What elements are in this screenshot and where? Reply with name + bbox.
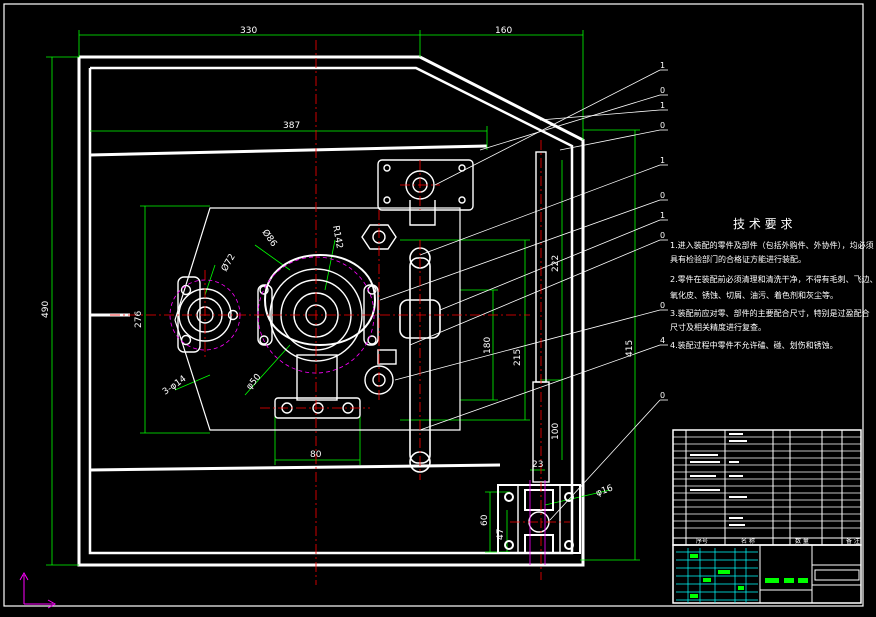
dim-60: 60 <box>480 514 490 526</box>
dim-47: 47 <box>496 529 506 540</box>
dim-23: 23 <box>532 460 543 470</box>
bom-col-3: 数 量 <box>795 537 809 545</box>
tech-line-2b: 氧化皮、锈蚀、切屑、油污、着色剂和灰尘等。 <box>670 290 838 300</box>
cad-drawing: 330 160 387 490 276 415 222 100 215 180 … <box>3 3 876 609</box>
dim-dia16: φ16 <box>595 483 615 498</box>
tech-line-4: 4.装配过程中零件不允许磕、碰、划伤和锈蚀。 <box>670 340 838 350</box>
dim-100: 100 <box>551 423 561 440</box>
dim-dia50: φ50 <box>245 372 264 392</box>
tech-line-2: 2.零件在装配前必须清理和清洗干净，不得有毛刺、飞边、 <box>670 274 876 284</box>
dim-dia86: Ø86 <box>260 227 280 249</box>
svg-text:1: 1 <box>660 101 665 110</box>
dim-330: 330 <box>240 26 257 36</box>
dim-276: 276 <box>134 311 144 328</box>
tech-line-3b: 尺寸及相关精度进行复查。 <box>670 322 766 332</box>
svg-text:0: 0 <box>660 121 665 130</box>
part-balloons: 1 0 1 0 1 0 1 0 0 4 0 <box>660 61 665 400</box>
dim-387: 387 <box>283 121 300 131</box>
svg-text:1: 1 <box>660 61 665 70</box>
svg-text:0: 0 <box>660 301 665 310</box>
gear-housing <box>257 254 379 401</box>
title-block-grid <box>676 548 758 603</box>
svg-text:1: 1 <box>660 156 665 165</box>
housing-outline <box>77 55 585 567</box>
tech-title: 技 术 要 求 <box>733 217 792 231</box>
bom-col-2: 名 称 <box>741 537 755 545</box>
bom-col-1: 序号 <box>696 537 708 545</box>
dim-215: 215 <box>513 349 523 366</box>
svg-text:1: 1 <box>660 211 665 220</box>
dim-490: 490 <box>41 301 51 318</box>
mounting-plate <box>174 207 461 431</box>
top-bracket <box>377 159 474 226</box>
dim-r142: R142 <box>330 225 344 250</box>
bom-rows <box>673 436 861 529</box>
tech-line-1: 1.进入装配的零件及部件（包括外购件、外协件），均必须 <box>670 240 874 250</box>
dim-dia72: Ø72 <box>219 252 238 274</box>
tech-line-3: 3.装配前应对零、部件的主要配合尺寸，特别是过盈配合 <box>670 308 870 318</box>
dim-222: 222 <box>551 255 561 272</box>
svg-text:0: 0 <box>660 86 665 95</box>
svg-text:0: 0 <box>660 391 665 400</box>
clamp-block <box>497 484 581 554</box>
dim-160: 160 <box>495 26 512 36</box>
svg-text:0: 0 <box>660 231 665 240</box>
technical-requirements: 技 术 要 求 1.进入装配的零件及部件（包括外购件、外协件），均必须 具有检验… <box>670 217 876 350</box>
tech-line-1b: 具有检验部门的合格证方能进行装配。 <box>670 254 806 264</box>
bom-entries <box>690 433 747 526</box>
bom-col-4: 备 注 <box>846 537 860 545</box>
title-block <box>672 544 862 604</box>
dim-180: 180 <box>483 337 493 354</box>
svg-text:0: 0 <box>660 191 665 200</box>
dim-80: 80 <box>310 450 322 460</box>
dim-415: 415 <box>625 340 635 357</box>
drawing-border <box>3 3 864 607</box>
ucs-axis-icon <box>19 571 57 609</box>
svg-text:4: 4 <box>660 336 665 345</box>
